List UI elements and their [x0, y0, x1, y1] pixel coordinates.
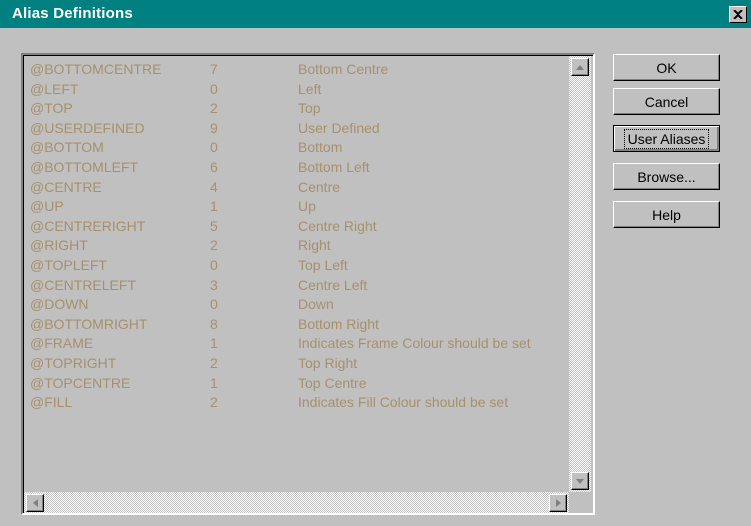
help-button[interactable]: Help	[613, 201, 720, 228]
alias-row[interactable]: @BOTTOMLEFT 6 Bottom Left	[30, 158, 570, 178]
alias-row[interactable]: @FILL 2 Indicates Fill Colour should be se…	[30, 393, 570, 413]
alias-value: 1	[210, 198, 218, 215]
alias-description: Centre Right	[298, 217, 377, 234]
alias-name: @CENTRE	[30, 178, 102, 195]
title-bar[interactable]: Alias Definitions	[0, 0, 751, 28]
alias-name: @TOPCENTRE	[30, 374, 131, 391]
alias-description: Top	[298, 100, 321, 117]
alias-value: 9	[210, 119, 218, 136]
alias-description: Down	[298, 296, 334, 313]
alias-name: @CENTRELEFT	[30, 276, 136, 293]
user-aliases-button[interactable]: User Aliases	[613, 125, 720, 152]
close-button[interactable]	[729, 6, 747, 23]
arrow-left-icon	[32, 499, 38, 507]
scroll-right-button[interactable]	[549, 494, 567, 512]
alias-description: Right	[298, 237, 331, 254]
alias-description: Bottom Centre	[298, 61, 389, 77]
alias-value: 2	[210, 394, 218, 411]
alias-description: User Defined	[298, 119, 380, 136]
alias-description: Top Right	[298, 354, 358, 371]
alias-description: Bottom Right	[298, 315, 379, 332]
alias-value: 0	[210, 139, 218, 156]
alias-list[interactable]: @BOTTOMCENTRE 7 Bottom Centre @LEFT 0 Left @TO…	[21, 53, 595, 515]
alias-row[interactable]: @BOTTOMCENTRE 7 Bottom Centre	[30, 60, 570, 80]
alias-value: 0	[210, 80, 218, 97]
alias-row[interactable]: @CENTRE 4 Centre	[30, 178, 570, 198]
alias-description: Centre	[298, 178, 341, 195]
alias-row[interactable]: @UP 1 Up	[30, 197, 570, 217]
horizontal-scrollbar[interactable]	[24, 492, 569, 513]
scroll-left-button[interactable]	[26, 494, 44, 512]
user-aliases-label: User Aliases	[623, 128, 710, 149]
cancel-button[interactable]: Cancel	[613, 88, 720, 115]
alias-name: @TOPRIGHT	[30, 354, 117, 371]
alias-value: 2	[210, 354, 218, 371]
scroll-up-button[interactable]	[571, 58, 589, 76]
alias-value: 7	[210, 61, 218, 77]
arrow-up-icon	[576, 64, 584, 70]
alias-name: @LEFT	[30, 80, 79, 97]
alias-description: Bottom Left	[298, 158, 370, 175]
browse-button[interactable]: Browse...	[613, 163, 720, 190]
alias-name: @CENTRERIGHT	[30, 217, 146, 234]
alias-name: @DOWN	[30, 296, 89, 313]
alias-value: 6	[210, 158, 218, 175]
alias-name: @TOP	[30, 100, 73, 117]
arrow-right-icon	[555, 499, 561, 507]
alias-name: @BOTTOMLEFT	[30, 158, 139, 175]
alias-name: @BOTTOM	[30, 139, 104, 156]
alias-row[interactable]: @TOPCENTRE 1 Top Centre	[30, 374, 570, 394]
alias-rows: @BOTTOMCENTRE 7 Bottom Centre @LEFT 0 Left @TO…	[30, 60, 570, 413]
alias-row[interactable]: @TOP 2 Top	[30, 99, 570, 119]
alias-value: 4	[210, 178, 218, 195]
alias-value: 2	[210, 237, 218, 254]
alias-description: Indicates Frame Colour should be set	[298, 335, 531, 352]
alias-value: 1	[210, 335, 218, 352]
alias-row[interactable]: @TOPRIGHT 2 Top Right	[30, 354, 570, 374]
alias-name: @USERDEFINED	[30, 119, 145, 136]
window-title: Alias Definitions	[12, 5, 133, 22]
alias-row[interactable]: @FRAME 1 Indicates Frame Colour should be …	[30, 334, 570, 354]
ok-button[interactable]: OK	[613, 54, 720, 81]
alias-description: Centre Left	[298, 276, 368, 293]
alias-value: 2	[210, 100, 218, 117]
alias-row[interactable]: @TOPLEFT 0 Top Left	[30, 256, 570, 276]
alias-description: Top Left	[298, 256, 348, 273]
alias-row[interactable]: @RIGHT 2 Right	[30, 236, 570, 256]
alias-value: 0	[210, 296, 218, 313]
alias-value: 0	[210, 256, 218, 273]
alias-value: 3	[210, 276, 218, 293]
alias-row[interactable]: @DOWN 0 Down	[30, 295, 570, 315]
alias-description: Bottom	[298, 139, 343, 156]
alias-row[interactable]: @CENTRELEFT 3 Centre Left	[30, 276, 570, 296]
alias-name: @UP	[30, 198, 64, 215]
alias-row[interactable]: @BOTTOM 0 Bottom	[30, 138, 570, 158]
scrollbar-corner	[569, 492, 591, 513]
alias-description: Up	[298, 198, 316, 215]
alias-row[interactable]: @USERDEFINED 9 User Defined	[30, 119, 570, 139]
alias-row[interactable]: @CENTRERIGHT 5 Centre Right	[30, 217, 570, 237]
alias-row[interactable]: @LEFT 0 Left	[30, 80, 570, 100]
alias-name: @FILL	[30, 394, 73, 411]
alias-value: 8	[210, 315, 218, 332]
vertical-scrollbar[interactable]	[569, 56, 591, 492]
alias-row[interactable]: @BOTTOMRIGHT 8 Bottom Right	[30, 315, 570, 335]
alias-name: @TOPLEFT	[30, 256, 107, 273]
alias-name: @FRAME	[30, 335, 94, 352]
close-icon	[733, 10, 743, 19]
scroll-down-button[interactable]	[571, 472, 589, 490]
alias-name: @BOTTOMCENTRE	[30, 61, 162, 77]
alias-description: Left	[298, 80, 322, 97]
arrow-down-icon	[576, 478, 584, 484]
alias-name: @RIGHT	[30, 237, 88, 254]
alias-description: Top Centre	[298, 374, 367, 391]
alias-name: @BOTTOMRIGHT	[30, 315, 148, 332]
alias-description: Indicates Fill Colour should be set	[298, 394, 509, 411]
alias-value: 5	[210, 217, 218, 234]
alias-value: 1	[210, 374, 218, 391]
